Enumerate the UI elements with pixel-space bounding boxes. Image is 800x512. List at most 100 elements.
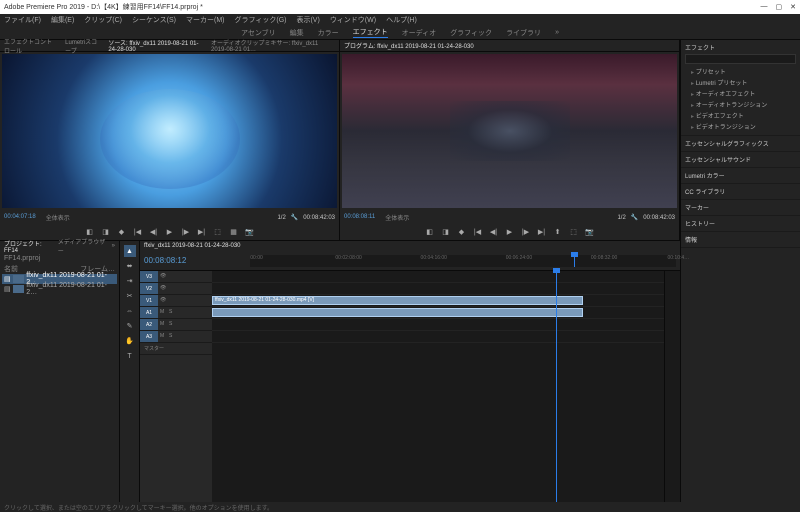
toggle-eye-icon[interactable]: 👁 bbox=[160, 285, 168, 293]
solo-icon[interactable]: S bbox=[169, 309, 177, 317]
toggle-eye-icon[interactable]: 👁 bbox=[160, 297, 168, 305]
goto-out-icon[interactable]: ▶| bbox=[197, 227, 207, 237]
playhead-line[interactable] bbox=[556, 271, 557, 502]
menu-marker[interactable]: マーカー(M) bbox=[186, 15, 225, 25]
close-icon[interactable]: ✕ bbox=[790, 3, 796, 11]
marker-icon[interactable]: ◆ bbox=[457, 227, 467, 237]
workspace-library[interactable]: ライブラリ bbox=[506, 28, 541, 38]
menu-file[interactable]: ファイル(F) bbox=[4, 15, 41, 25]
workspace-more-icon[interactable]: » bbox=[555, 29, 559, 36]
step-fwd-icon[interactable]: |▶ bbox=[181, 227, 191, 237]
pen-tool-icon[interactable]: ✎ bbox=[124, 320, 136, 332]
workspace-assembly[interactable]: アセンブリ bbox=[241, 28, 276, 38]
timeline-ruler[interactable]: 00:00 00:02:08:00 00:04:16:00 00:06:24:0… bbox=[250, 255, 676, 267]
export-frame-icon[interactable]: 📷 bbox=[585, 227, 595, 237]
menu-graphic[interactable]: グラフィック(G) bbox=[235, 15, 287, 25]
effects-search[interactable] bbox=[685, 54, 796, 64]
marker-out-icon[interactable]: ◨ bbox=[101, 227, 111, 237]
workspace-edit[interactable]: 編集 bbox=[290, 28, 304, 38]
folder-audio-fx[interactable]: オーディオエフェクト bbox=[685, 88, 796, 99]
step-fwd-icon[interactable]: |▶ bbox=[521, 227, 531, 237]
mute-icon[interactable]: M bbox=[160, 309, 168, 317]
goto-out-icon[interactable]: ▶| bbox=[537, 227, 547, 237]
menu-window[interactable]: ウィンドウ(W) bbox=[330, 15, 376, 25]
panel-cc-libraries[interactable]: CC ライブラリ bbox=[681, 184, 800, 200]
play-icon[interactable]: ▶ bbox=[505, 227, 515, 237]
overwrite-icon[interactable]: ▦ bbox=[229, 227, 239, 237]
program-video[interactable] bbox=[342, 54, 677, 208]
panel-markers[interactable]: マーカー bbox=[681, 200, 800, 216]
effects-tab[interactable]: エフェクト bbox=[685, 43, 796, 52]
selection-tool-icon[interactable]: ▲ bbox=[124, 245, 136, 257]
workspace-audio[interactable]: オーディオ bbox=[402, 28, 437, 38]
type-tool-icon[interactable]: T bbox=[124, 350, 136, 362]
audio-clip[interactable] bbox=[212, 308, 583, 317]
panel-essential-sound[interactable]: エッセンシャルサウンド bbox=[681, 152, 800, 168]
mute-icon[interactable]: M bbox=[160, 321, 168, 329]
folder-video-trans[interactable]: ビデオトランジション bbox=[685, 121, 796, 132]
razor-tool-icon[interactable]: ✂ bbox=[124, 290, 136, 302]
ripple-tool-icon[interactable]: ⇥ bbox=[124, 275, 136, 287]
solo-icon[interactable]: S bbox=[169, 321, 177, 329]
extract-icon[interactable]: ⬚ bbox=[569, 227, 579, 237]
menu-edit[interactable]: 編集(E) bbox=[51, 15, 74, 25]
marker-out-icon[interactable]: ◨ bbox=[441, 227, 451, 237]
project-item[interactable]: ▤ ffxiv_dx11 2019-08-21 01-2… bbox=[2, 284, 117, 294]
solo-icon[interactable]: S bbox=[169, 333, 177, 341]
menu-sequence[interactable]: シーケンス(S) bbox=[132, 15, 176, 25]
folder-presets[interactable]: プリセット bbox=[685, 66, 796, 77]
master-track[interactable]: マスター bbox=[140, 345, 168, 352]
track-a1[interactable]: A1 bbox=[140, 307, 158, 318]
source-scale[interactable]: 1/2 bbox=[277, 215, 285, 221]
lift-icon[interactable]: ⬆ bbox=[553, 227, 563, 237]
panel-info[interactable]: 情報 bbox=[681, 232, 800, 248]
slip-tool-icon[interactable]: ⇔ bbox=[124, 305, 136, 317]
track-a3[interactable]: A3 bbox=[140, 331, 158, 342]
track-v3[interactable]: V3 bbox=[140, 271, 158, 282]
workspace-effects[interactable]: エフェクト bbox=[353, 27, 388, 38]
hand-tool-icon[interactable]: ✋ bbox=[124, 335, 136, 347]
col-name[interactable]: 名前 bbox=[4, 264, 18, 274]
panel-more-icon[interactable]: » bbox=[112, 243, 115, 249]
panel-essential-graphics[interactable]: エッセンシャルグラフィックス bbox=[681, 136, 800, 152]
mute-icon[interactable]: M bbox=[160, 333, 168, 341]
tab-effect-controls[interactable]: エフェクトコントロール bbox=[4, 37, 57, 55]
marker-icon[interactable]: ◆ bbox=[117, 227, 127, 237]
program-scale[interactable]: 1/2 bbox=[617, 215, 625, 221]
folder-audio-trans[interactable]: オーディオトランジション bbox=[685, 99, 796, 110]
menu-clip[interactable]: クリップ(C) bbox=[84, 15, 122, 25]
maximize-icon[interactable]: ▢ bbox=[776, 3, 783, 11]
panel-history[interactable]: ヒストリー bbox=[681, 216, 800, 232]
menu-view[interactable]: 表示(V) bbox=[296, 15, 319, 25]
track-v2[interactable]: V2 bbox=[140, 283, 158, 294]
track-select-tool-icon[interactable]: ⬌ bbox=[124, 260, 136, 272]
menu-help[interactable]: ヘルプ(H) bbox=[386, 15, 417, 25]
track-a2[interactable]: A2 bbox=[140, 319, 158, 330]
video-clip[interactable]: ffxiv_dx11 2019-08-21 01-24-28-030.mp4 [… bbox=[212, 296, 583, 305]
folder-lumetri[interactable]: Lumetri プリセット bbox=[685, 77, 796, 88]
tab-source-clip[interactable]: ソース: ffxiv_dx11 2019-08-21 01-24-28-030 bbox=[108, 38, 203, 53]
toggle-eye-icon[interactable]: 👁 bbox=[160, 273, 168, 281]
goto-in-icon[interactable]: |◀ bbox=[473, 227, 483, 237]
source-tc-left[interactable]: 00:04:07:18 bbox=[4, 214, 36, 220]
goto-in-icon[interactable]: |◀ bbox=[133, 227, 143, 237]
tab-audio-mixer[interactable]: オーディオクリップミキサー: ffxiv_dx11 2019-08-21 01… bbox=[211, 38, 335, 53]
playhead[interactable] bbox=[574, 255, 575, 267]
program-tc-left[interactable]: 00:08:08:11 bbox=[344, 214, 375, 220]
timeline-tab[interactable]: ffxiv_dx11 2019-08-21 01-24-28-030 bbox=[144, 243, 241, 249]
play-icon[interactable]: ▶ bbox=[165, 227, 175, 237]
panel-lumetri-color[interactable]: Lumetri カラー bbox=[681, 168, 800, 184]
step-back-icon[interactable]: ◀| bbox=[489, 227, 499, 237]
export-frame-icon[interactable]: 📷 bbox=[245, 227, 255, 237]
minimize-icon[interactable]: — bbox=[761, 3, 768, 11]
step-back-icon[interactable]: ◀| bbox=[149, 227, 159, 237]
workspace-graphics[interactable]: グラフィック bbox=[450, 28, 492, 38]
fit-dropdown[interactable]: 全体表示 bbox=[46, 213, 70, 222]
folder-video-fx[interactable]: ビデオエフェクト bbox=[685, 110, 796, 121]
timeline-content[interactable]: ffxiv_dx11 2019-08-21 01-24-28-030.mp4 [… bbox=[212, 271, 664, 502]
timeline-timecode[interactable]: 00:08:08:12 bbox=[144, 256, 186, 265]
program-fit-dropdown[interactable]: 全体表示 bbox=[385, 213, 409, 222]
track-v1[interactable]: V1 bbox=[140, 295, 158, 306]
tab-lumetri-scopes[interactable]: Lumetriスコープ bbox=[65, 37, 100, 55]
workspace-color[interactable]: カラー bbox=[318, 28, 339, 38]
